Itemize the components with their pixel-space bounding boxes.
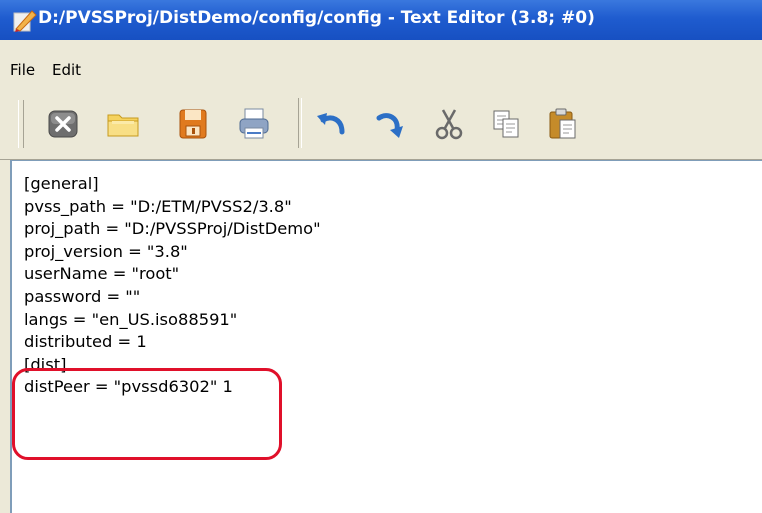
menubar: File Edit (0, 40, 762, 88)
highlight-annotation-box (12, 368, 282, 460)
menu-file[interactable]: File (10, 61, 35, 79)
editor-line: [general] (24, 174, 99, 193)
save-icon[interactable] (175, 106, 211, 142)
menu-edit[interactable]: Edit (52, 61, 81, 79)
editor-line: pvss_path = "D:/ETM/PVSS2/3.8" (24, 196, 292, 216)
window-title: D:/PVSSProj/DistDemo/config/config - Tex… (38, 8, 595, 28)
editor-line: password = "" (24, 286, 141, 306)
undo-icon[interactable] (313, 106, 349, 142)
window-left-border (0, 160, 10, 513)
toolbar (0, 88, 762, 160)
editor-line: proj_path = "D:/PVSSProj/DistDemo" (24, 219, 321, 239)
editor-line: langs = "en_US.iso88591" (24, 309, 238, 329)
toolbar-grip[interactable] (18, 100, 24, 148)
print-icon[interactable] (236, 106, 272, 142)
toolbar-separator (298, 98, 302, 148)
redo-icon[interactable] (372, 106, 408, 142)
editor-lines: [general] pvss_path = "D:/ETM/PVSS2/3.8"… (24, 173, 321, 399)
editor-line: proj_version = "3.8" (24, 241, 188, 261)
close-icon[interactable] (46, 106, 82, 142)
window-titlebar[interactable]: D:/PVSSProj/DistDemo/config/config - Tex… (0, 0, 762, 40)
open-folder-icon[interactable] (105, 106, 141, 142)
paste-icon[interactable] (545, 106, 581, 142)
text-editor-area[interactable]: [general] pvss_path = "D:/ETM/PVSS2/3.8"… (10, 160, 762, 513)
editor-line: userName = "root" (24, 264, 180, 284)
cut-icon[interactable] (431, 106, 467, 142)
text-editor-icon (13, 10, 37, 32)
editor-line: distributed = 1 (24, 332, 147, 352)
copy-icon[interactable] (488, 106, 524, 142)
